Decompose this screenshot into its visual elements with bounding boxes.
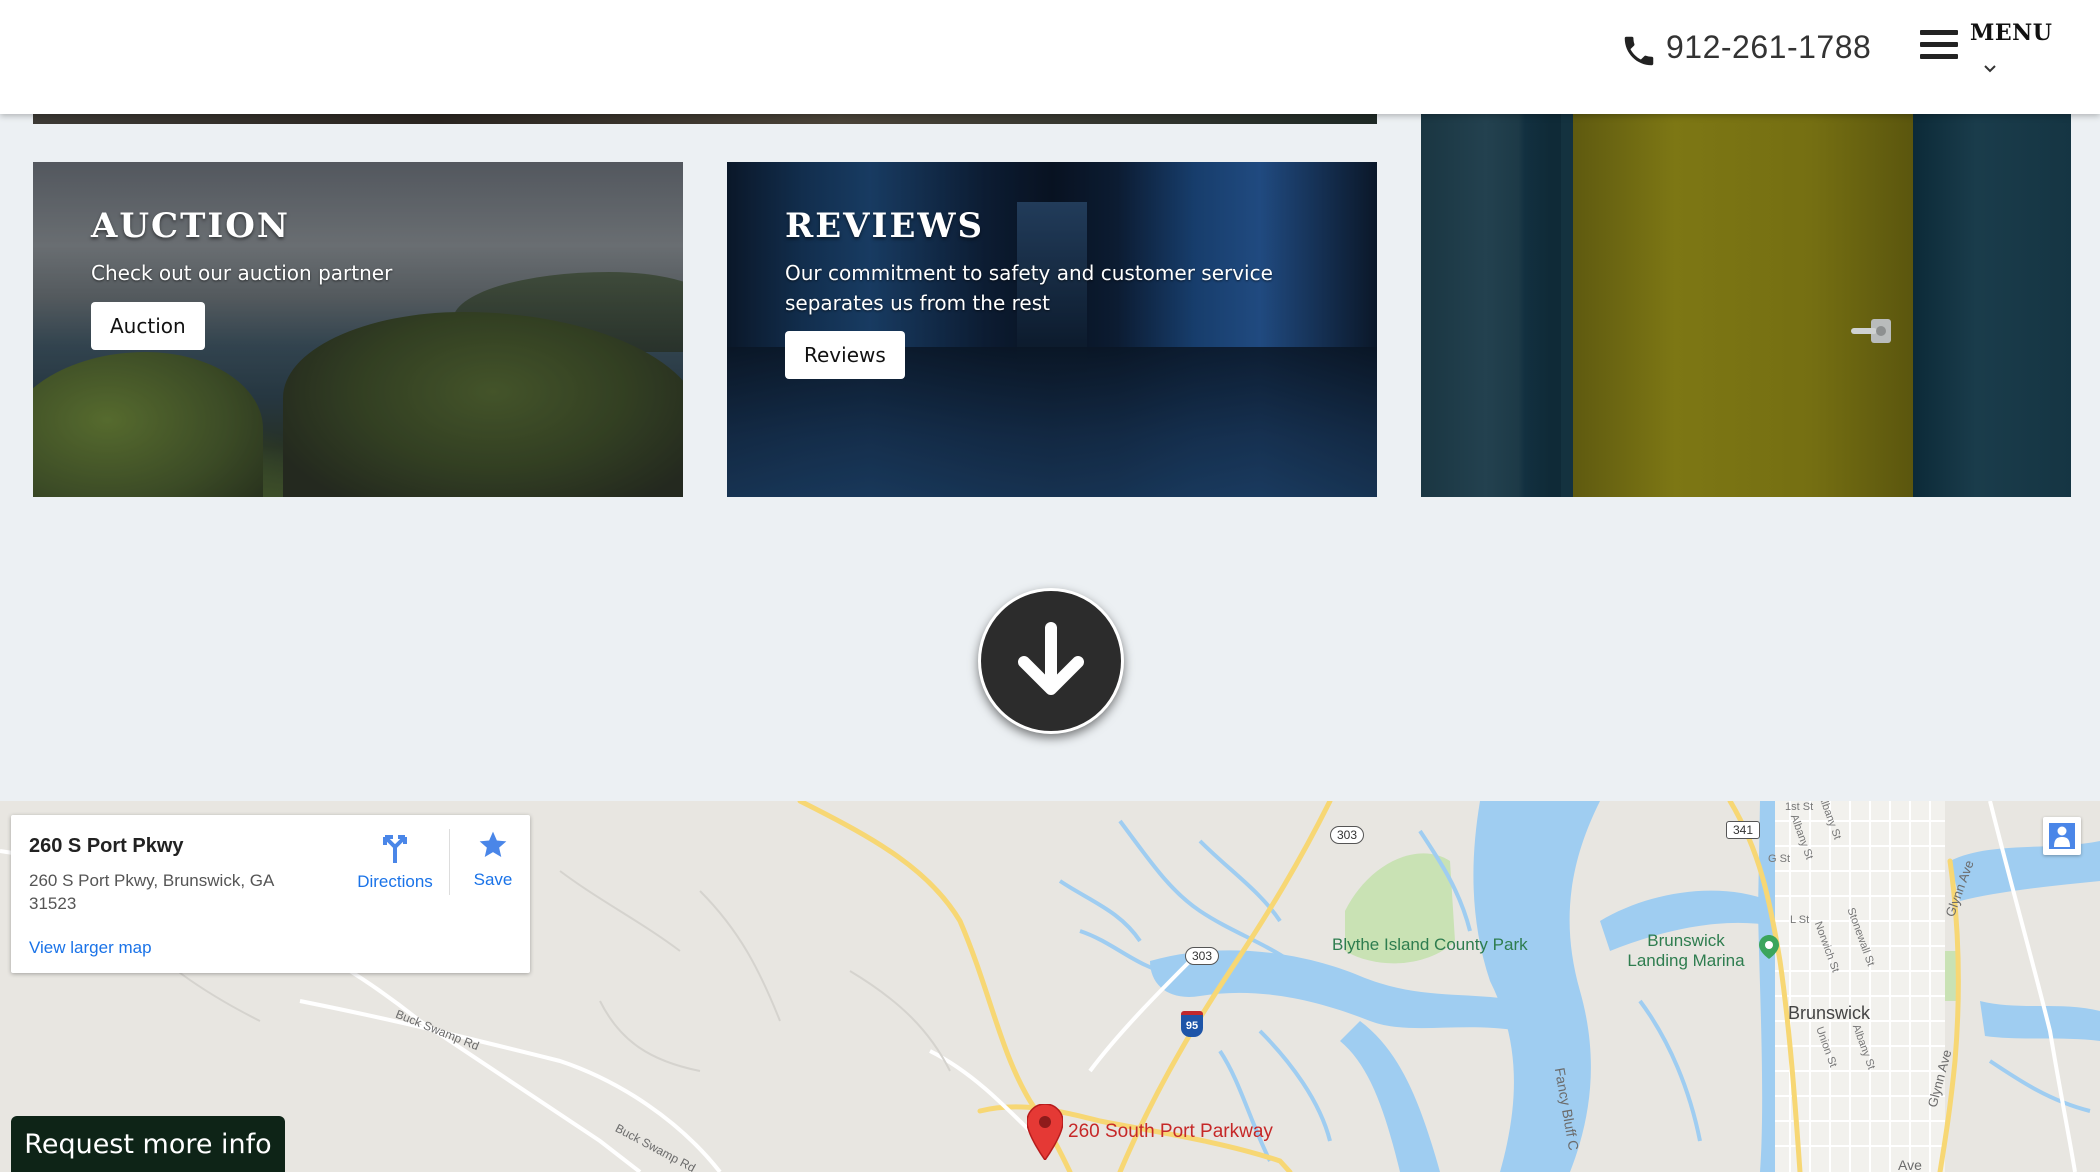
phone-link[interactable]: 912-261-1788 <box>1620 22 1871 72</box>
request-info-button[interactable]: Request more info <box>11 1116 285 1172</box>
hamburger-icon <box>1920 30 1958 66</box>
street-label: L St <box>1790 914 1810 926</box>
pegman-icon <box>2049 823 2075 849</box>
highway-shield: 303 <box>1185 947 1220 965</box>
place-address: 260 S Port Pkwy, Brunswick, GA 31523 <box>29 871 274 913</box>
city-label: Brunswick <box>1788 1003 1871 1023</box>
interstate-shield: 95 <box>1181 1011 1203 1037</box>
road-label: Ave <box>1898 1157 1922 1172</box>
marina-label: Brunswick Landing Marina <box>1627 931 1745 970</box>
save-place-button[interactable]: Save <box>463 829 523 890</box>
door-handle-icon <box>1851 319 1891 343</box>
chevron-down-icon <box>1984 65 1996 73</box>
directions-icon <box>383 835 407 863</box>
highway-shield: 303 <box>1330 826 1365 844</box>
highway-shield: 341 <box>1726 821 1761 839</box>
save-label: Save <box>473 870 513 889</box>
street-label: 1st St <box>1785 801 1814 813</box>
directions-label: Directions <box>357 872 433 891</box>
site-header: 912-261-1788 MENU <box>0 0 2100 114</box>
star-icon <box>479 831 507 857</box>
directions-button[interactable]: Directions <box>345 829 445 892</box>
place-info-card: 260 S Port Pkwy 260 S Port Pkwy, Brunswi… <box>11 815 530 973</box>
phone-number: 912-261-1788 <box>1666 28 1872 65</box>
reviews-title: REVIEWS <box>785 206 985 246</box>
auction-subtitle: Check out our auction partner <box>91 261 393 285</box>
menu-label: MENU <box>1970 20 2053 46</box>
divider <box>449 829 450 895</box>
auction-title: AUCTION <box>91 206 290 246</box>
storage-door-image <box>1421 114 2071 497</box>
park-label: Blythe Island County Park <box>1332 935 1528 954</box>
view-larger-map-link[interactable]: View larger map <box>29 938 152 958</box>
marker-label: 260 South Port Parkway <box>1068 1121 1273 1142</box>
scroll-down-button[interactable] <box>978 588 1124 734</box>
auction-button[interactable]: Auction <box>91 302 205 350</box>
menu-button[interactable]: MENU <box>1920 20 2053 90</box>
arrow-down-icon <box>1018 622 1084 695</box>
place-title: 260 S Port Pkwy <box>29 835 184 857</box>
location-marker-icon[interactable] <box>1027 1104 1063 1160</box>
reviews-subtitle: Our commitment to safety and customer se… <box>785 261 1273 315</box>
phone-icon <box>1620 20 1658 74</box>
reviews-button[interactable]: Reviews <box>785 331 905 379</box>
reviews-card: REVIEWS Our commitment to safety and cus… <box>727 162 1377 497</box>
marina-pin-icon <box>1759 935 1779 959</box>
street-label: G St <box>1768 853 1791 865</box>
auction-card: AUCTION Check out our auction partner Au… <box>33 162 683 497</box>
street-view-button[interactable] <box>2043 817 2081 855</box>
